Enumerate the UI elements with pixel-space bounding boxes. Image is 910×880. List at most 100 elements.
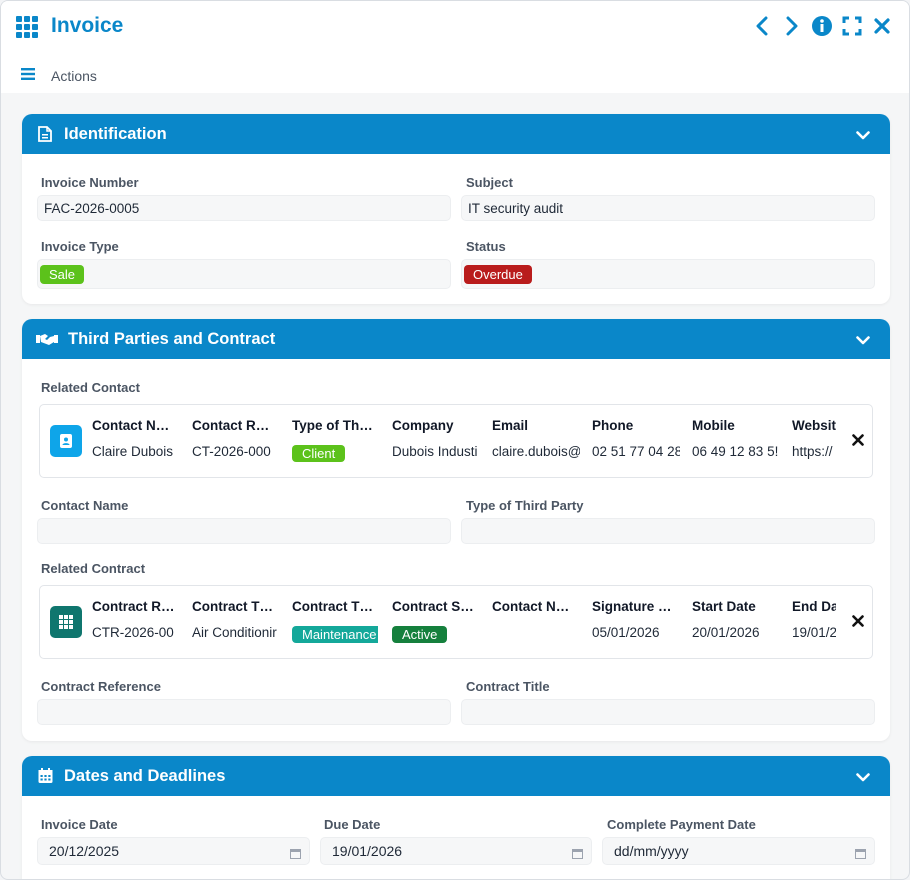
remove-contract-icon[interactable] (852, 614, 864, 632)
type-of-third-party-field[interactable] (461, 518, 875, 544)
calendar-icon (36, 767, 54, 785)
contract-col-header: Contract R… (92, 599, 175, 614)
status-label: Status (466, 239, 506, 254)
contract-cell: 19/01/2 (792, 625, 836, 640)
handshake-icon (36, 330, 58, 348)
calendar-picker-icon[interactable] (290, 846, 301, 862)
contact-cell: Client (292, 445, 380, 462)
invoice-date-label: Invoice Date (41, 817, 118, 832)
contact-cell: CT-2026-000 (192, 444, 271, 459)
contract-status-badge: Active (392, 626, 448, 643)
contact-col-header: Phone (592, 418, 634, 433)
contract-col-header: Contract T… (192, 599, 273, 614)
contact-cell: https:// (792, 444, 833, 459)
hamburger-icon (21, 67, 35, 85)
invoice-number-value: FAC-2026-0005 (44, 200, 140, 216)
contract-cell: 20/01/2026 (692, 625, 760, 640)
due-date-input[interactable]: 19/01/2026 (320, 837, 592, 865)
subject-value: IT security audit (468, 200, 564, 216)
third-parties-section-header[interactable]: Third Parties and Contract (22, 319, 890, 359)
window-controls (751, 15, 893, 37)
fullscreen-icon[interactable] (841, 15, 863, 37)
contract-cell: Air Conditionir (192, 625, 277, 640)
chevron-down-icon (856, 126, 870, 145)
subject-field[interactable]: IT security audit (461, 195, 875, 221)
contact-col-header: Type of Th… (292, 418, 373, 433)
related-contract-card[interactable]: Contract R… Contract T… Contract T… Cont… (39, 585, 873, 659)
contract-col-header: Contract S… (392, 599, 474, 614)
due-date-value: 19/01/2026 (332, 843, 403, 859)
contact-name-label: Contact Name (41, 498, 129, 513)
chevron-down-icon (856, 768, 870, 787)
chevron-right-icon[interactable] (781, 15, 803, 37)
window-title: Invoice (51, 14, 124, 37)
contact-name-field[interactable] (37, 518, 451, 544)
grid-app-icon (16, 16, 40, 38)
contract-title-label: Contract Title (466, 679, 550, 694)
contact-col-header: Mobile (692, 418, 735, 433)
third-parties-section: Third Parties and Contract Related Conta… (22, 319, 890, 741)
subject-label: Subject (466, 175, 513, 190)
contract-col-header: End Da (792, 599, 836, 614)
identification-section-header[interactable]: Identification (22, 114, 890, 154)
dates-section: Dates and Deadlines Invoice Date 20/12/2… (22, 756, 890, 879)
contract-title-field[interactable] (461, 699, 875, 725)
info-icon[interactable] (811, 15, 833, 37)
contract-card-icon (50, 606, 82, 638)
related-contract-label: Related Contract (41, 561, 146, 576)
contract-col-header: Start Date (692, 599, 756, 614)
contact-col-header: Websit (792, 418, 836, 433)
chevron-left-icon[interactable] (751, 15, 773, 37)
identification-section: Identification Invoice Number FAC-2026-0… (22, 114, 890, 304)
contract-cell: Active (392, 626, 480, 643)
contract-col-header: Contact N… (492, 599, 570, 614)
invoice-date-value: 20/12/2025 (49, 843, 120, 859)
invoice-type-label: Invoice Type (41, 239, 119, 254)
status-badge: Overdue (464, 264, 532, 284)
contact-card-icon (50, 425, 82, 457)
related-contact-card[interactable]: Contact N… Contact R… Type of Th… Compan… (39, 404, 873, 478)
type-of-third-party-label: Type of Third Party (466, 498, 584, 513)
contract-cell: 05/01/2026 (592, 625, 660, 640)
related-contact-label: Related Contact (41, 380, 140, 395)
identification-section-title: Identification (64, 124, 167, 143)
invoice-number-field[interactable]: FAC-2026-0005 (37, 195, 451, 221)
contact-cell: 02 51 77 04 28 (592, 444, 680, 459)
contract-cell: CTR-2026-00 (92, 625, 174, 640)
third-parties-section-title: Third Parties and Contract (68, 329, 276, 348)
contract-type-badge: Maintenance (292, 626, 378, 643)
contract-reference-field[interactable] (37, 699, 451, 725)
contact-col-header: Contact R… (192, 418, 270, 433)
invoice-date-input[interactable]: 20/12/2025 (37, 837, 310, 865)
actions-menu-button[interactable]: Actions (21, 67, 97, 85)
contact-cell: Claire Dubois (92, 444, 174, 459)
contact-cell: Dubois Industi (392, 444, 478, 459)
status-field[interactable]: Overdue (461, 259, 875, 289)
third-party-type-badge: Client (292, 445, 346, 462)
invoice-type-field[interactable]: Sale (37, 259, 451, 289)
close-icon[interactable] (871, 15, 893, 37)
dates-section-title: Dates and Deadlines (64, 766, 226, 785)
contact-cell: 06 49 12 83 5! (692, 444, 779, 459)
contact-col-header: Contact N… (92, 418, 170, 433)
calendar-picker-icon[interactable] (855, 846, 866, 862)
invoice-window: Invoice Actions Identification Invoice N… (0, 0, 910, 880)
contact-col-header: Email (492, 418, 529, 433)
contact-cell: claire.dubois@ (492, 444, 580, 459)
actions-label: Actions (51, 68, 97, 84)
window-header: Invoice Actions (1, 1, 909, 93)
contact-col-header: Company (392, 418, 454, 433)
complete-payment-date-label: Complete Payment Date (607, 817, 756, 832)
contract-cell: Maintenance (292, 626, 378, 643)
calendar-picker-icon[interactable] (572, 846, 583, 862)
invoice-number-label: Invoice Number (41, 175, 139, 190)
remove-contact-icon[interactable] (852, 433, 864, 451)
chevron-down-icon (856, 331, 870, 350)
contract-col-header: Contract T… (292, 599, 373, 614)
due-date-label: Due Date (324, 817, 381, 832)
dates-section-header[interactable]: Dates and Deadlines (22, 756, 890, 796)
complete-payment-date-input[interactable]: dd/mm/yyyy (602, 837, 875, 865)
contract-reference-label: Contract Reference (41, 679, 161, 694)
complete-payment-date-placeholder: dd/mm/yyyy (614, 843, 689, 859)
document-icon (36, 125, 54, 143)
